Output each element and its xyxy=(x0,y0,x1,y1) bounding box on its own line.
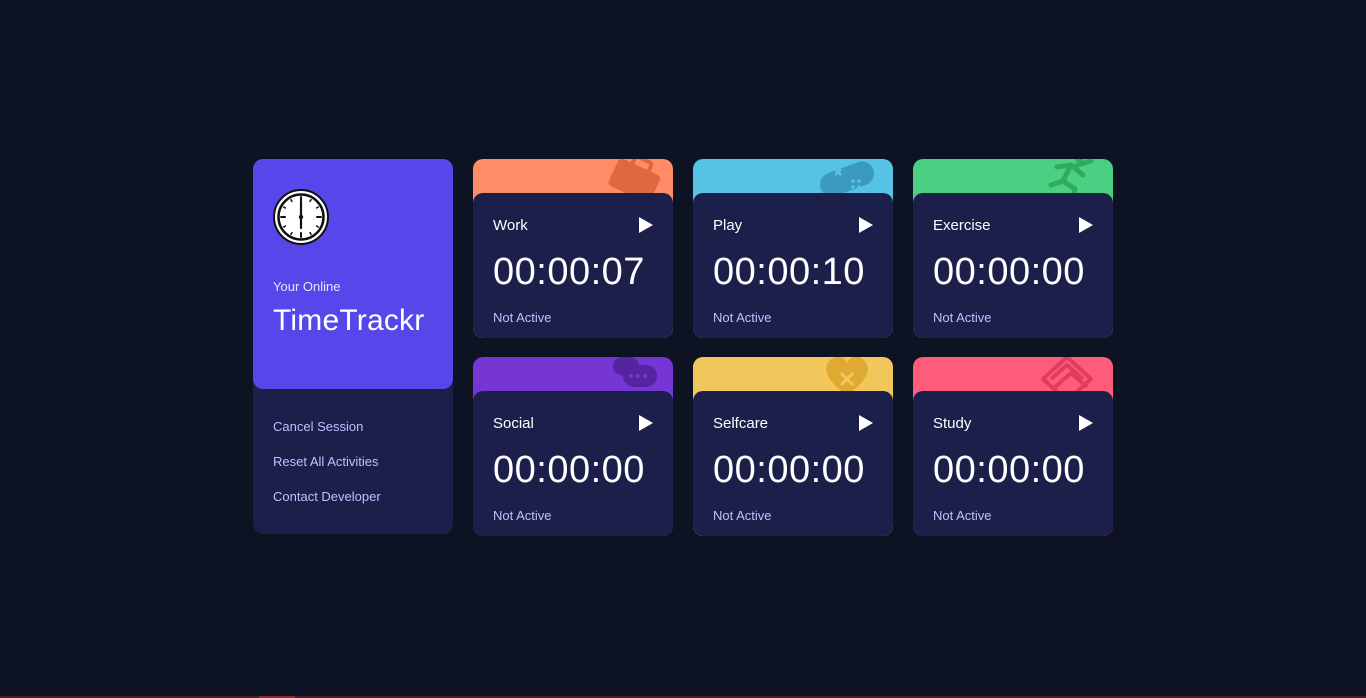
dashboard: Your Online TimeTrackr Cancel Session Re… xyxy=(0,0,1366,698)
activity-card-body: Play 00:00:10 Not Active xyxy=(693,193,893,338)
activity-status: Not Active xyxy=(713,508,772,523)
activity-card-study: Study 00:00:00 Not Active xyxy=(913,357,1113,536)
activity-card-body: Study 00:00:00 Not Active xyxy=(913,391,1113,536)
activity-card-exercise: Exercise 00:00:00 Not Active xyxy=(913,159,1113,338)
activity-card-selfcare: Selfcare 00:00:00 Not Active xyxy=(693,357,893,536)
activity-card-work: Work 00:00:07 Not Active xyxy=(473,159,673,338)
activity-status: Not Active xyxy=(493,508,552,523)
play-button-icon[interactable] xyxy=(1079,415,1093,431)
profile-header: Your Online TimeTrackr xyxy=(253,159,453,389)
activity-timer: 00:00:00 xyxy=(933,251,1085,293)
activity-title: Study xyxy=(933,415,972,432)
activity-title: Exercise xyxy=(933,217,991,234)
play-button-icon[interactable] xyxy=(639,217,653,233)
app-title: TimeTrackr xyxy=(273,304,425,337)
activity-title: Play xyxy=(713,217,743,234)
play-button-icon[interactable] xyxy=(1079,217,1093,233)
activity-card-body: Work 00:00:07 Not Active xyxy=(473,193,673,338)
profile-subtitle: Your Online xyxy=(273,279,341,294)
activity-card-body: Exercise 00:00:00 Not Active xyxy=(913,193,1113,338)
activity-title: Work xyxy=(493,217,528,234)
activity-card-body: Selfcare 00:00:00 Not Active xyxy=(693,391,893,536)
activity-timer: 00:00:00 xyxy=(493,449,645,491)
activity-card-social: Social 00:00:00 Not Active xyxy=(473,357,673,536)
clock-icon xyxy=(273,189,329,245)
activity-status: Not Active xyxy=(713,310,772,325)
cancel-session-link[interactable]: Cancel Session xyxy=(273,419,363,434)
play-button-icon[interactable] xyxy=(859,415,873,431)
play-button-icon[interactable] xyxy=(639,415,653,431)
activity-status: Not Active xyxy=(493,310,552,325)
activity-timer: 00:00:10 xyxy=(713,251,865,293)
activity-card-body: Social 00:00:00 Not Active xyxy=(473,391,673,536)
reset-activities-link[interactable]: Reset All Activities xyxy=(273,454,379,469)
activity-timer: 00:00:00 xyxy=(933,449,1085,491)
activity-timer: 00:00:00 xyxy=(713,449,865,491)
play-button-icon[interactable] xyxy=(859,217,873,233)
activity-status: Not Active xyxy=(933,310,992,325)
activity-card-play: Play 00:00:10 Not Active xyxy=(693,159,893,338)
activity-status: Not Active xyxy=(933,508,992,523)
activity-title: Social xyxy=(493,415,534,432)
activity-title: Selfcare xyxy=(713,415,769,432)
profile-card: Your Online TimeTrackr Cancel Session Re… xyxy=(253,159,453,534)
activity-timer: 00:00:07 xyxy=(493,251,645,293)
contact-developer-link[interactable]: Contact Developer xyxy=(273,489,381,504)
